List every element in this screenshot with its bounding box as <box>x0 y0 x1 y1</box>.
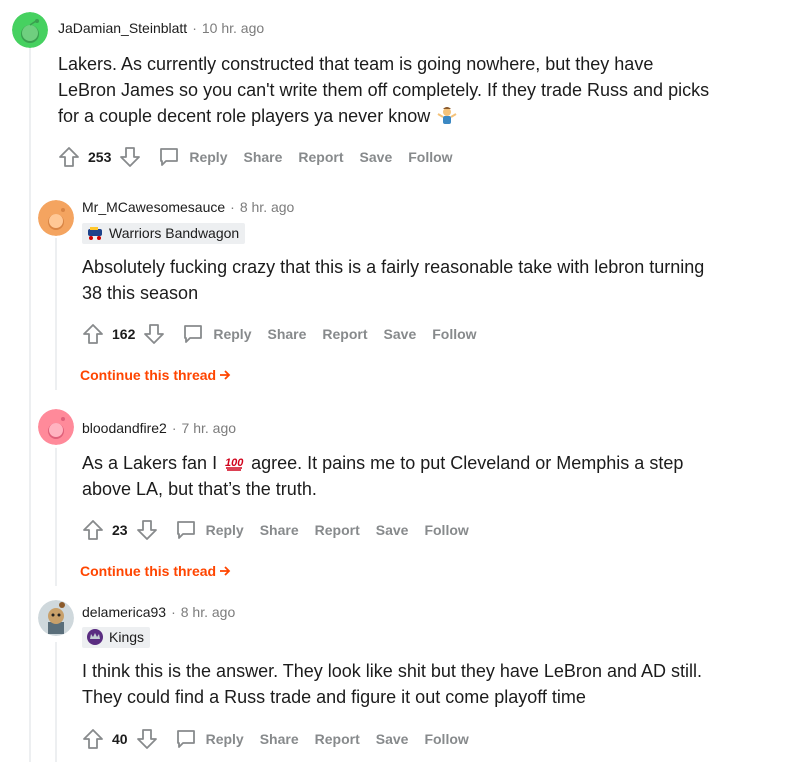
upvote-icon[interactable] <box>80 726 106 752</box>
report-button[interactable]: Report <box>315 731 360 747</box>
upvote-icon[interactable] <box>56 144 82 170</box>
reply-button[interactable]: Reply <box>181 322 251 346</box>
body-line: LeBron James so you can't write them off… <box>58 80 710 100</box>
username[interactable]: delamerica93 <box>82 604 166 620</box>
comment-body: As a Lakers fan I 100 agree. It pains me… <box>82 450 772 502</box>
report-button[interactable]: Report <box>298 149 343 165</box>
continue-thread-label: Continue this thread <box>80 367 217 383</box>
comment-bubble-icon <box>176 730 195 748</box>
timestamp[interactable]: 8 hr. ago <box>240 199 295 215</box>
kings-logo-icon <box>87 629 103 645</box>
upvote-icon[interactable] <box>80 321 106 347</box>
separator-dot: · <box>171 420 177 436</box>
comment-bubble-icon <box>184 325 203 343</box>
comment-meta: Mr_MCawesomesauce · 8 hr. ago <box>82 199 294 215</box>
separator-dot: · <box>171 604 176 620</box>
body-line: Lakers. As currently constructed that te… <box>58 54 654 74</box>
comment-actions: 23 Reply Share Report Save Follow <box>80 516 469 544</box>
reply-button[interactable]: Reply <box>174 727 244 751</box>
separator-dot: · <box>192 20 197 36</box>
follow-button[interactable]: Follow <box>432 326 476 342</box>
comment-actions: 162 Reply Share Report Save Follow <box>80 320 477 348</box>
downvote-icon[interactable] <box>134 726 160 752</box>
warriors-bandwagon-icon <box>88 227 102 240</box>
body-text-segment: agree. It pains me to put Cleveland or M… <box>251 453 684 473</box>
vote-score: 40 <box>112 731 128 747</box>
body-line: I think this is the answer. They look li… <box>82 661 702 681</box>
follow-button[interactable]: Follow <box>408 149 452 165</box>
user-flair: Warriors Bandwagon <box>82 223 246 244</box>
downvote-icon[interactable] <box>134 517 160 543</box>
arrow-right-icon <box>220 370 231 380</box>
flair-text: Warriors Bandwagon <box>109 225 240 241</box>
reply-label: Reply <box>205 522 244 538</box>
continue-thread-link[interactable]: Continue this thread <box>80 563 232 579</box>
timestamp[interactable]: 10 hr. ago <box>202 20 264 36</box>
comment-body: Absolutely fucking crazy that this is a … <box>82 254 772 306</box>
username[interactable]: bloodandfire2 <box>82 420 167 436</box>
reply-button[interactable]: Reply <box>157 145 227 169</box>
svg-text:100: 100 <box>225 457 244 469</box>
user-flair: Kings <box>82 627 151 648</box>
arrow-right-icon <box>220 566 231 576</box>
person-shrugging-emoji <box>437 107 457 124</box>
continue-thread-label: Continue this thread <box>80 563 217 579</box>
thread-line-reply-2[interactable] <box>55 448 57 586</box>
downvote-icon[interactable] <box>141 321 167 347</box>
thread-line-root[interactable] <box>29 48 31 762</box>
share-button[interactable]: Share <box>267 326 306 342</box>
flair-text: Kings <box>109 629 145 645</box>
body-line: They could find a Russ trade and figure … <box>82 687 586 707</box>
report-button[interactable]: Report <box>322 326 367 342</box>
thread-line-reply-1[interactable] <box>55 238 57 390</box>
follow-button[interactable]: Follow <box>424 522 468 538</box>
avatar[interactable] <box>12 12 48 48</box>
save-button[interactable]: Save <box>360 149 393 165</box>
continue-thread-link[interactable]: Continue this thread <box>80 367 232 383</box>
body-line: above LA, but that’s the truth. <box>82 479 317 499</box>
comment-meta: bloodandfire2 · 7 hr. ago <box>82 420 236 436</box>
avatar[interactable] <box>38 200 74 236</box>
share-button[interactable]: Share <box>243 149 282 165</box>
vote-score: 23 <box>112 522 128 538</box>
comment-actions: 253 Reply Share Report Save Follow <box>56 143 453 171</box>
separator-dot: · <box>230 199 235 215</box>
follow-button[interactable]: Follow <box>424 731 468 747</box>
save-button[interactable]: Save <box>376 731 409 747</box>
save-button[interactable]: Save <box>384 326 417 342</box>
username[interactable]: Mr_MCawesomesauce <box>82 199 225 215</box>
timestamp[interactable]: 7 hr. ago <box>182 420 237 436</box>
vote-score: 253 <box>88 149 112 165</box>
avatar[interactable] <box>38 409 74 445</box>
comment-meta: JaDamian_Steinblatt · 10 hr. ago <box>58 20 264 36</box>
body-line: for a couple decent role players ya neve… <box>58 106 431 126</box>
comment-meta: delamerica93 · 8 hr. ago <box>82 604 235 620</box>
comment-actions: 40 Reply Share Report Save Follow <box>80 725 469 753</box>
comment-bubble-icon <box>176 521 195 539</box>
hundred-points-emoji: 100 <box>225 457 244 471</box>
upvote-icon[interactable] <box>80 517 106 543</box>
body-line-with-emoji: for a couple decent role players ya neve… <box>58 103 758 129</box>
username[interactable]: JaDamian_Steinblatt <box>58 20 187 36</box>
reply-button[interactable]: Reply <box>174 518 244 542</box>
body-line-with-emoji: As a Lakers fan I 100 agree. It pains me… <box>82 450 772 476</box>
reply-label: Reply <box>189 149 228 165</box>
share-button[interactable]: Share <box>260 731 299 747</box>
comment-bubble-icon <box>160 148 179 166</box>
avatar[interactable] <box>38 600 74 636</box>
thread-line-reply-3[interactable] <box>55 642 57 762</box>
downvote-icon[interactable] <box>117 144 143 170</box>
reply-label: Reply <box>205 731 244 747</box>
share-button[interactable]: Share <box>260 522 299 538</box>
comment-body: Lakers. As currently constructed that te… <box>58 51 758 129</box>
timestamp[interactable]: 8 hr. ago <box>181 604 236 620</box>
body-line: Absolutely fucking crazy that this is a … <box>82 257 705 277</box>
comment-body: I think this is the answer. They look li… <box>82 658 772 710</box>
report-button[interactable]: Report <box>315 522 360 538</box>
save-button[interactable]: Save <box>376 522 409 538</box>
vote-score: 162 <box>112 326 136 342</box>
reply-label: Reply <box>213 326 252 342</box>
body-text-segment: As a Lakers fan I <box>82 453 218 473</box>
body-line: 38 this season <box>82 283 199 303</box>
